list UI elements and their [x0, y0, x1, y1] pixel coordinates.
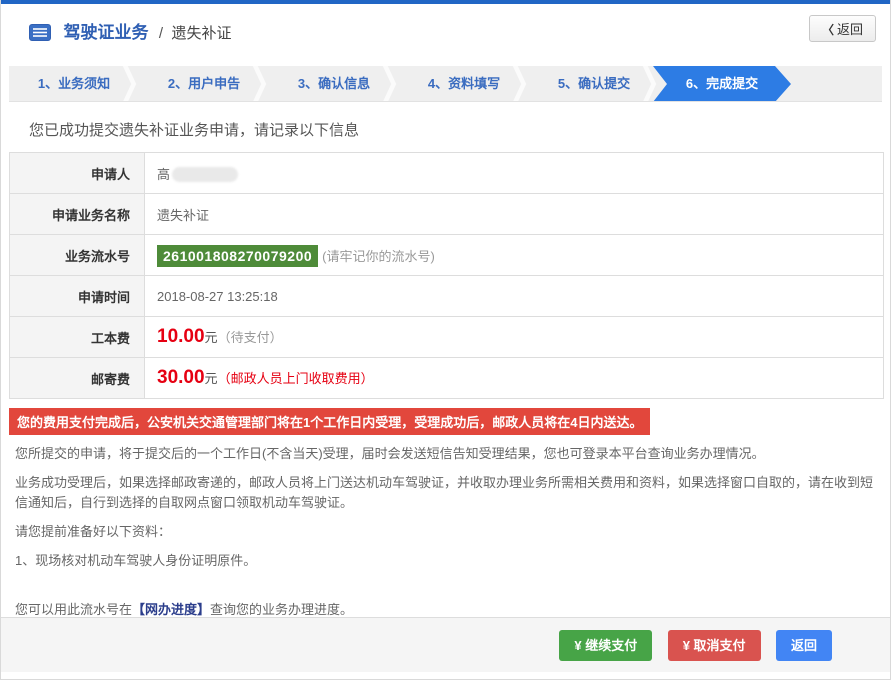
step-label: 4、资料填写 — [428, 76, 500, 91]
back-button[interactable]: 〈返回 — [809, 15, 876, 42]
step-separator — [513, 66, 527, 102]
application-info-table: 申请人 高 申请业务名称 遗失补证 业务流水号 2610018082700792… — [9, 152, 884, 399]
table-row-mail-fee: 邮寄费 30.00元（邮政人员上门收取费用） — [10, 358, 884, 399]
table-row-serial: 业务流水号 261001808270079200 (请牢记你的流水号) — [10, 235, 884, 276]
mail-fee-amount: 30.00 — [157, 367, 205, 388]
footer-action-bar: ¥ 继续支付 ¥ 取消支付 返回 — [1, 617, 890, 672]
success-message: 您已成功提交遗失补证业务申请，请记录以下信息 — [29, 119, 890, 140]
row-label: 业务流水号 — [10, 235, 145, 276]
row-label: 申请时间 — [10, 276, 145, 317]
table-row-business-name: 申请业务名称 遗失补证 — [10, 194, 884, 235]
breadcrumb-separator: / — [159, 25, 163, 42]
business-name-value: 遗失补证 — [145, 194, 884, 235]
step-label: 1、业务须知 — [38, 76, 110, 91]
row-label: 申请业务名称 — [10, 194, 145, 235]
step-separator — [253, 66, 267, 102]
back-button-label: 返回 — [837, 22, 863, 37]
tab-step-3[interactable]: 3、确认信息 — [269, 66, 399, 102]
page-header: 驾驶证业务 / 遗失补证 〈返回 — [1, 4, 890, 56]
cost-fee-unit: 元 — [205, 330, 218, 345]
cancel-payment-button[interactable]: ¥ 取消支付 — [668, 630, 761, 661]
serial-number-badge: 261001808270079200 — [157, 245, 318, 267]
mail-fee-note: （邮政人员上门收取费用） — [218, 371, 374, 386]
progress-note-prefix: 您可以用此流水号在 — [15, 602, 132, 617]
breadcrumb-current: 遗失补证 — [172, 25, 232, 42]
chevron-left-icon: 〈 — [822, 23, 834, 37]
step-label: 2、用户申告 — [168, 76, 240, 91]
tab-step-6-active[interactable]: 6、完成提交 — [653, 66, 791, 102]
note-paragraph: 您所提交的申请，将于提交后的一个工作日(不含当天)受理，届时会发送短信告知受理结… — [15, 444, 876, 464]
list-icon — [29, 24, 51, 46]
cost-fee-note: （待支付） — [218, 330, 283, 345]
notes-section: 您所提交的申请，将于提交后的一个工作日(不含当天)受理，届时会发送短信告知受理结… — [15, 444, 876, 571]
step-separator — [123, 66, 137, 102]
note-paragraph: 1、现场核对机动车驾驶人身份证明原件。 — [15, 551, 876, 571]
table-row-apply-time: 申请时间 2018-08-27 13:25:18 — [10, 276, 884, 317]
tab-step-2[interactable]: 2、用户申告 — [139, 66, 269, 102]
step-label: 3、确认信息 — [298, 76, 370, 91]
progress-link-text: 【网办进度】 — [132, 602, 210, 617]
tab-step-4[interactable]: 4、资料填写 — [399, 66, 529, 102]
step-label: 5、确认提交 — [558, 76, 630, 91]
note-paragraph: 请您提前准备好以下资料： — [15, 522, 876, 542]
progress-note-suffix: 查询您的业务办理进度。 — [210, 602, 353, 617]
table-row-cost-fee: 工本费 10.00元（待支付） — [10, 317, 884, 358]
step-separator — [383, 66, 397, 102]
progress-note: 您可以用此流水号在【网办进度】查询您的业务办理进度。 — [15, 599, 876, 618]
return-button[interactable]: 返回 — [776, 630, 832, 661]
redacted-name-blur — [172, 167, 238, 182]
tab-step-1[interactable]: 1、业务须知 — [9, 66, 139, 102]
table-row-applicant: 申请人 高 — [10, 153, 884, 194]
row-label: 邮寄费 — [10, 358, 145, 399]
step-label: 6、完成提交 — [686, 76, 758, 91]
tab-step-5[interactable]: 5、确认提交 — [529, 66, 659, 102]
step-separator — [643, 66, 657, 102]
step-wizard: 1、业务须知 2、用户申告 3、确认信息 4、资料填写 5、确认提交 6、完成提… — [9, 66, 882, 102]
row-label: 申请人 — [10, 153, 145, 194]
page: 驾驶证业务 / 遗失补证 〈返回 1、业务须知 2、用户申告 3、确认信息 4、… — [0, 0, 891, 680]
row-label: 工本费 — [10, 317, 145, 358]
payment-warning-banner: 您的费用支付完成后，公安机关交通管理部门将在1个工作日内受理，受理成功后，邮政人… — [9, 408, 650, 435]
applicant-name: 高 — [157, 167, 170, 182]
serial-note: (请牢记你的流水号) — [322, 249, 435, 264]
note-paragraph: 业务成功受理后，如果选择邮政寄递的，邮政人员将上门送达机动车驾驶证，并收取办理业… — [15, 473, 876, 513]
page-title: 驾驶证业务 — [63, 23, 148, 42]
cost-fee-amount: 10.00 — [157, 326, 205, 347]
mail-fee-unit: 元 — [205, 371, 218, 386]
apply-time-value: 2018-08-27 13:25:18 — [145, 276, 884, 317]
continue-payment-button[interactable]: ¥ 继续支付 — [559, 630, 652, 661]
